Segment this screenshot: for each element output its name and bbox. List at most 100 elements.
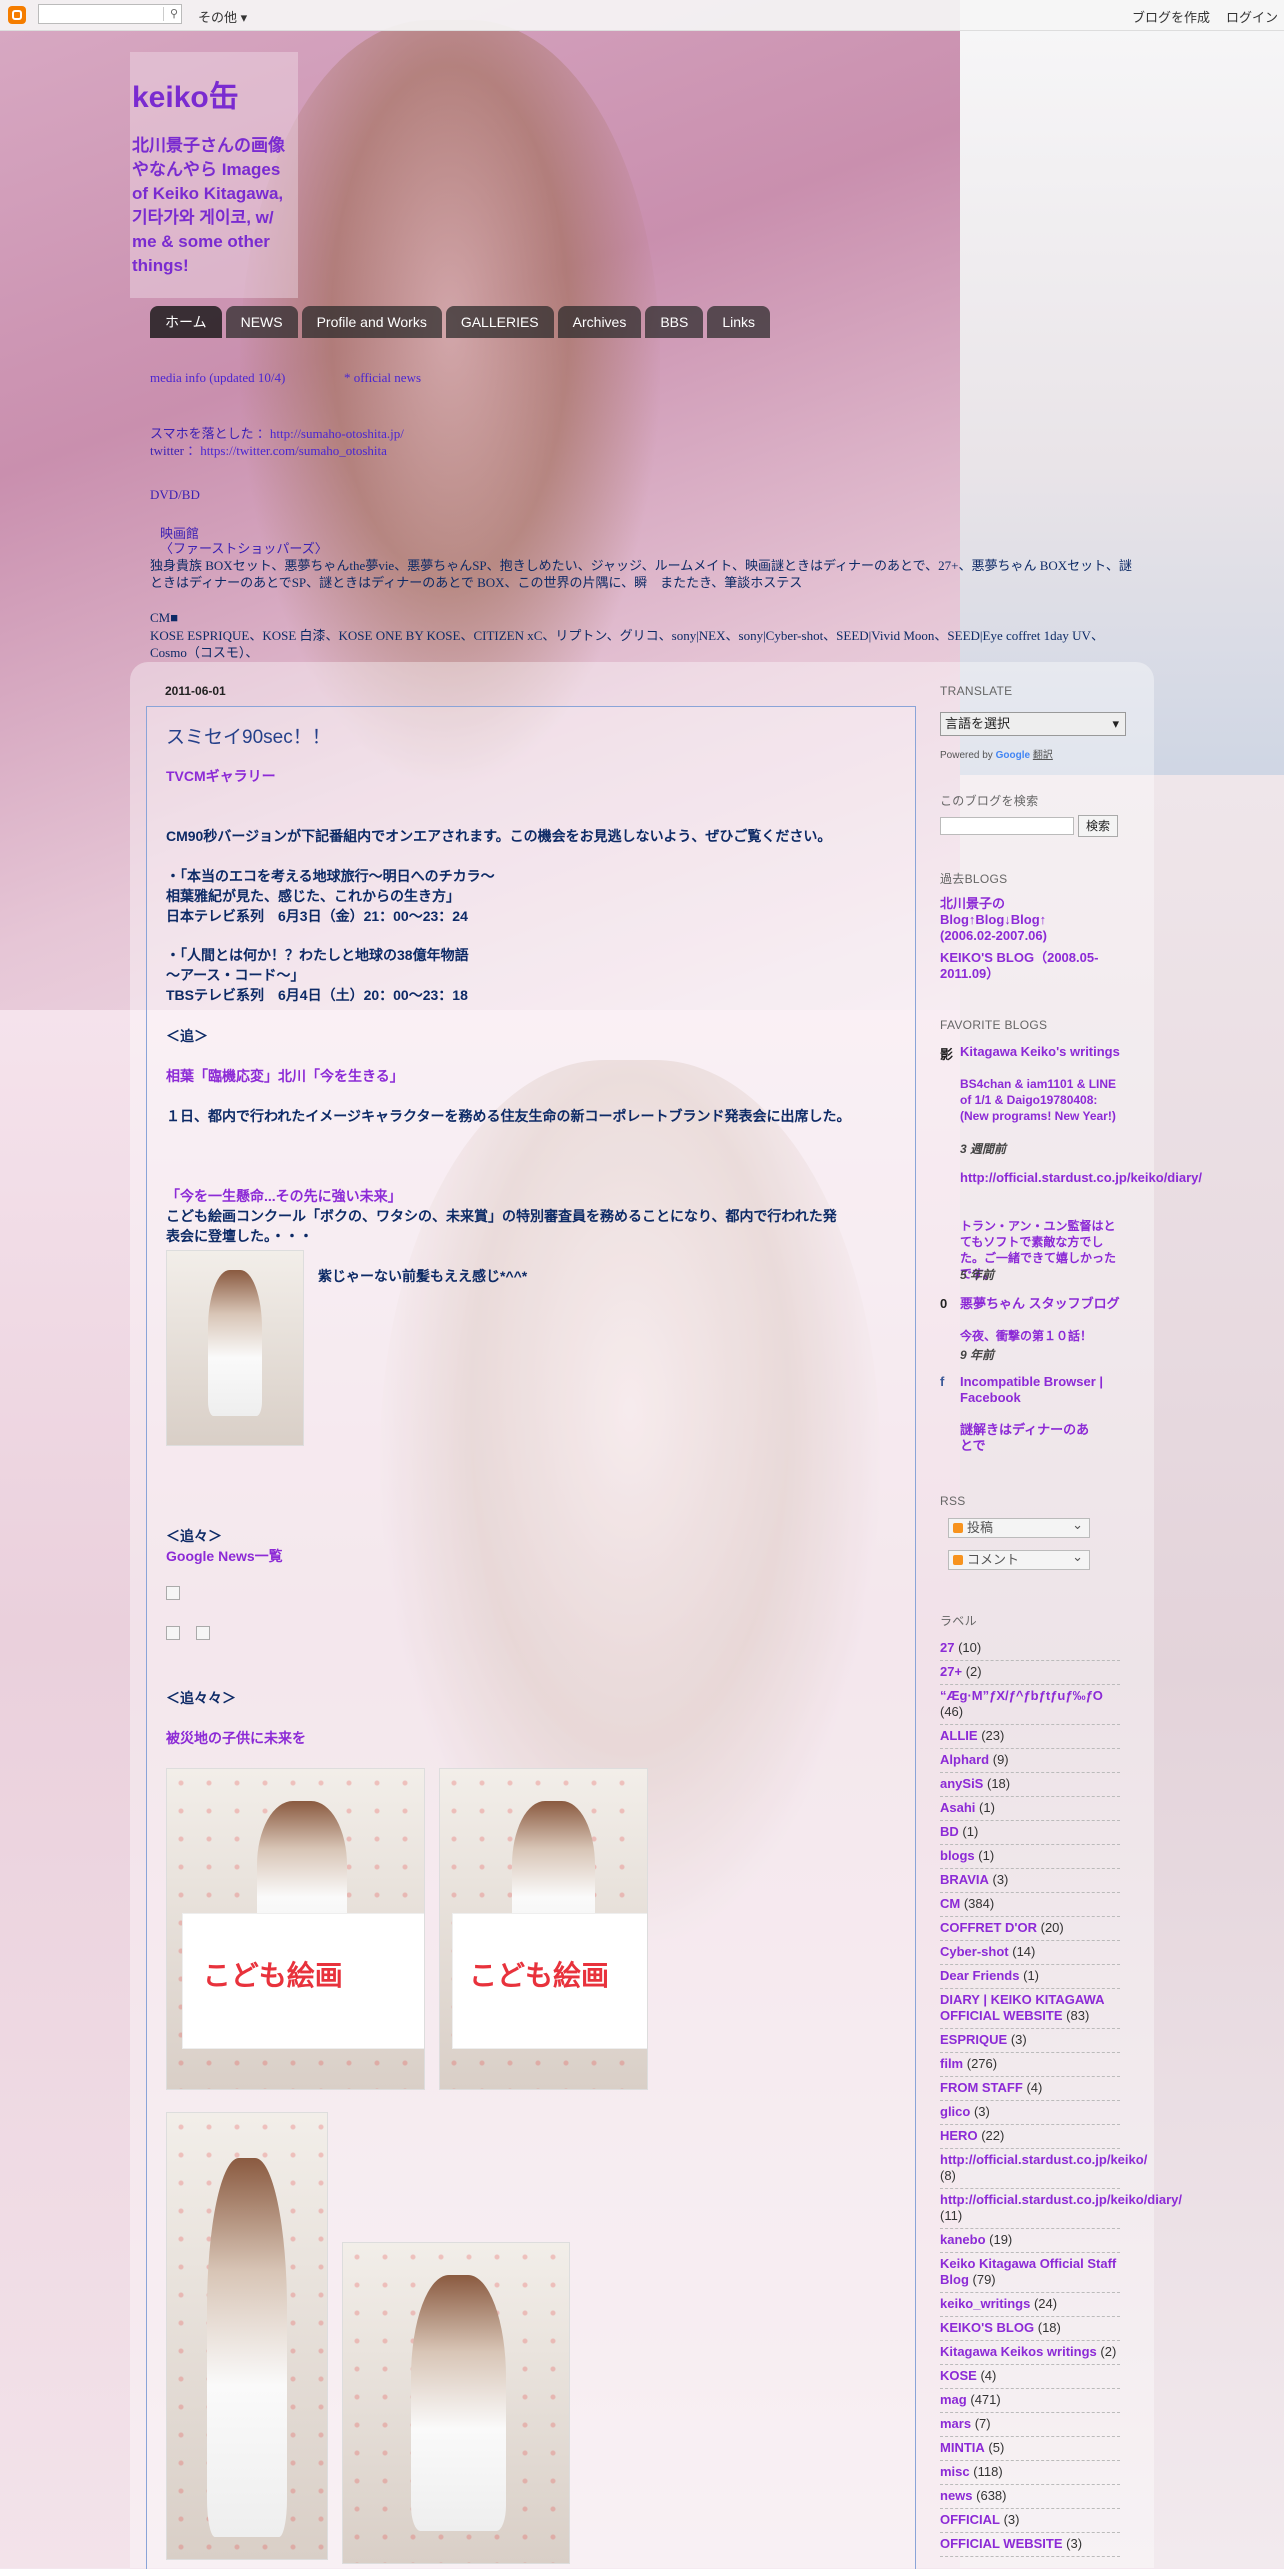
label-link[interactable]: 27 [940, 1640, 954, 1655]
cm-list: KOSE ESPRIQUE、KOSE 白漆、KOSE ONE BY KOSE、C… [150, 628, 1104, 660]
search-icon[interactable]: ⚲ [163, 7, 178, 21]
label-link[interactable]: “Æg·M”ƒX/ƒ^ƒbƒtƒuƒ‰ƒO [940, 1688, 1103, 1703]
favorite-blog-title[interactable]: Kitagawa Keiko's writings [960, 1044, 1126, 1060]
login-link[interactable]: ログイン [1226, 7, 1278, 26]
tab-profile-and-works[interactable]: Profile and Works [301, 306, 442, 338]
label-link[interactable]: mag [940, 2392, 967, 2407]
label-count: (276) [966, 2056, 998, 2071]
article-link-future[interactable]: 「今を一生懸命...その先に強い未来」 [166, 1186, 402, 1206]
label-count: (638) [976, 2488, 1007, 2503]
rss-comments-dropdown[interactable]: コメント [948, 1548, 1090, 1570]
label-link[interactable]: OFFICIAL WEBSITE [940, 2536, 1063, 2551]
post-title[interactable]: スミセイ90sec！！ [166, 722, 331, 749]
photo-event-board-2[interactable]: こども絵画 [439, 1768, 648, 2090]
tab-galleries[interactable]: GALLERIES [445, 306, 554, 338]
label-link[interactable]: BD [940, 1824, 959, 1839]
language-select[interactable]: 言語を選択 [940, 712, 1126, 736]
label-link[interactable]: kanebo [940, 2232, 986, 2247]
post-text-contest: こども絵画コンクール「ボクの、ワタシの、未来賞」の特別審査員を務めることになり、… [166, 1208, 837, 1224]
blog-search-button[interactable]: 検索 [1078, 815, 1118, 837]
favorite-blog-title[interactable]: Incompatible Browser | Facebook [960, 1374, 1126, 1406]
favorite-blog-title[interactable]: 悪夢ちゃん スタッフブログ [960, 1296, 1126, 1312]
tab-archives[interactable]: Archives [557, 306, 642, 338]
label-link[interactable]: KOSE [940, 2368, 977, 2383]
label-link[interactable]: MINTIA [940, 2440, 985, 2455]
create-blog-link[interactable]: ブログを作成 [1132, 7, 1210, 26]
label-count: (3) [1066, 2536, 1083, 2551]
label-link[interactable]: film [940, 2056, 963, 2071]
label-link[interactable]: Dear Friends [940, 1968, 1019, 1983]
favorite-blog-title[interactable]: 謎解きはディナーのあとで [960, 1422, 1100, 1454]
label-item: MINTIA (5) [940, 2437, 1120, 2461]
navbar-search-input[interactable]: ⚲ [38, 4, 182, 24]
label-link[interactable]: Alphard [940, 1752, 989, 1767]
label-link[interactable]: http://official.stardust.co.jp/keiko/ [940, 2152, 1147, 2167]
past-blog-link-2[interactable]: KEIKO'S BLOG（2008.05-2011.09） [940, 950, 1126, 982]
label-count: (79) [972, 2272, 996, 2287]
photo-keiko-speaking[interactable] [166, 1250, 304, 1446]
label-item: Keiko Kitagawa Official Staff Blog (79) [940, 2253, 1120, 2293]
label-count: (9) [992, 1752, 1009, 1767]
label-link[interactable]: Cyber-shot [940, 1944, 1009, 1959]
tab-home[interactable]: ホーム [150, 306, 222, 338]
label-link[interactable]: Kitagawa Keikos writings [940, 2344, 1097, 2359]
label-link[interactable]: COFFRET D'OR [940, 1920, 1037, 1935]
label-link[interactable]: CM [940, 1896, 960, 1911]
label-link[interactable]: ESPRIQUE [940, 2032, 1007, 2047]
blogger-navbar: ⚲ その他 ▾ ブログを作成 ログイン [0, 0, 1284, 31]
favorite-blog-post[interactable]: 今夜、衝撃の第１０話！ [960, 1328, 1126, 1344]
navbar-more-menu[interactable]: その他 ▾ [198, 7, 247, 26]
label-link[interactable]: news [940, 2488, 973, 2503]
tab-news[interactable]: NEWS [225, 306, 298, 338]
search-heading: このブログを検索 [940, 794, 1039, 808]
past-blog-link-1[interactable]: 北川景子の Blog↑Blog↓Blog↑ (2006.02-2007.06) [940, 896, 1090, 944]
tab-bbs[interactable]: BBS [645, 306, 704, 338]
photo-speaking-podium[interactable] [342, 2242, 570, 2564]
label-link[interactable]: KEIKO'S BLOG [940, 2320, 1034, 2335]
label-link[interactable]: HERO [940, 2128, 978, 2143]
board-text: こども絵画 [202, 1960, 343, 1992]
post-text-contest-2: 表会に登壇した。・・・ [166, 1228, 313, 1244]
label-link[interactable]: anySiS [940, 1776, 983, 1791]
sumaho-site-link[interactable]: ：http://sumaho-otoshita.jp/ [257, 426, 404, 441]
label-link[interactable]: keiko_writings [940, 2296, 1030, 2311]
translate-heading: TRANSLATE [940, 684, 1013, 698]
tab-links[interactable]: Links [707, 306, 771, 338]
label-link[interactable]: OFFICIAL [940, 2512, 1000, 2527]
page-tabs: ホーム NEWS Profile and Works GALLERIES Arc… [150, 306, 771, 338]
label-link[interactable]: misc [940, 2464, 970, 2479]
article-link-aiba[interactable]: 相葉「臨機応変」北川「今を生きる」 [166, 1066, 404, 1086]
blog-search-input[interactable] [940, 817, 1074, 835]
favorite-blog-post[interactable]: BS4chan & iam1101 & LINE of 1/1 & Daigo1… [960, 1076, 1126, 1124]
dvd-bd-heading: DVD/BD [150, 487, 200, 502]
post-text-program1-sub: 相葉雅紀が見た、感じた、これからの生き方」 [166, 888, 460, 904]
label-link[interactable]: blogs [940, 1848, 975, 1863]
label-link[interactable]: ALLIE [940, 1728, 978, 1743]
favorite-blog-title[interactable]: http://official.stardust.co.jp/keiko/dia… [960, 1170, 1202, 1186]
blogger-logo-icon[interactable] [8, 6, 26, 24]
label-link[interactable]: glico [940, 2104, 970, 2119]
photo-event-board-1[interactable]: こども絵画 [166, 1768, 425, 2090]
first-shoppers-link[interactable]: 〈ファーストショッパーズ〉 [160, 538, 328, 557]
label-link[interactable]: FROM STAFF [940, 2080, 1023, 2095]
tvcm-gallery-link[interactable]: TVCMギャラリー [166, 766, 276, 786]
label-link[interactable]: mars [940, 2416, 971, 2431]
media-info-link[interactable]: media info (updated 10/4) [150, 370, 285, 385]
rss-heading: RSS [940, 1494, 966, 1508]
twitter-link[interactable]: ：https://twitter.com/sumaho_otoshita [187, 443, 387, 458]
photo-full-length-dress[interactable] [166, 2112, 328, 2560]
google-news-link[interactable]: Google News一覧 [166, 1546, 283, 1566]
label-link[interactable]: BRAVIA [940, 1872, 989, 1887]
label-link[interactable]: 27+ [940, 1664, 962, 1679]
rss-posts-dropdown[interactable]: 投稿 [948, 1516, 1090, 1538]
label-link[interactable]: http://official.stardust.co.jp/keiko/dia… [940, 2192, 1182, 2207]
label-count: (7) [974, 2416, 991, 2431]
label-link[interactable]: Asahi [940, 1800, 975, 1815]
label-item: film (276) [940, 2053, 1120, 2077]
addendum-heading-3: ＜追々々＞ [166, 1690, 236, 1706]
official-news-link[interactable]: * official news [344, 370, 421, 385]
disaster-children-link[interactable]: 被災地の子供に未来を [166, 1728, 306, 1748]
post-text-program1-time: 日本テレビ系列 6月3日（金）21：00～23：24 [166, 908, 468, 924]
blog-title[interactable]: keiko缶 [132, 72, 239, 116]
label-link[interactable]: Keiko Kitagawa Official Staff Blog [940, 2256, 1116, 2287]
